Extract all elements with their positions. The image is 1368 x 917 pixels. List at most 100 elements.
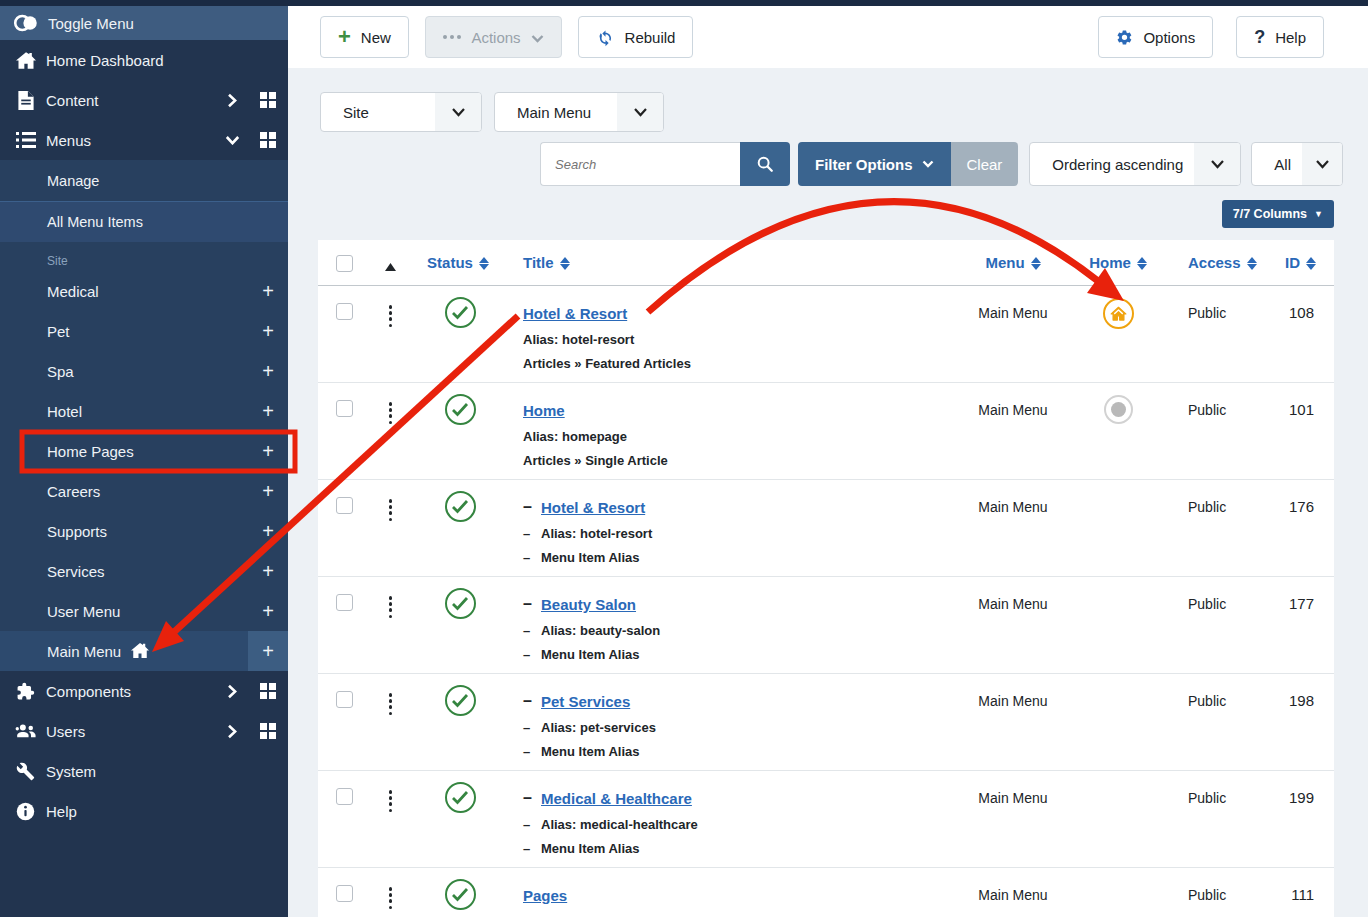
status-published-icon[interactable] bbox=[445, 394, 476, 425]
help-button[interactable]: ? Help bbox=[1236, 16, 1324, 58]
title-column-header[interactable]: Title bbox=[493, 240, 958, 285]
sidebar-item-home-pages[interactable]: Home Pages+ bbox=[0, 431, 288, 471]
sidebar-subitem-manage[interactable]: Manage bbox=[0, 160, 288, 201]
status-published-icon[interactable] bbox=[445, 297, 476, 328]
status-published-icon[interactable] bbox=[445, 685, 476, 716]
add-menu-item-button[interactable]: + bbox=[248, 591, 288, 631]
menu-item-title-link[interactable]: Pages bbox=[523, 886, 567, 905]
menu-item-title-link[interactable]: Beauty Salon bbox=[541, 595, 636, 614]
sidebar-item-services[interactable]: Services+ bbox=[0, 551, 288, 591]
sidebar-subitem-all-menu-items[interactable]: All Menu Items bbox=[0, 201, 288, 242]
grid-icon[interactable] bbox=[260, 132, 276, 148]
puzzle-icon bbox=[15, 681, 36, 702]
sidebar-item-main-menu[interactable]: Main Menu+ bbox=[0, 631, 288, 671]
limit-select[interactable]: All bbox=[1251, 142, 1343, 186]
search-input[interactable] bbox=[540, 142, 740, 186]
toggle-menu-button[interactable]: Toggle Menu bbox=[0, 6, 288, 40]
select-all-checkbox[interactable] bbox=[336, 255, 353, 272]
child-dash: – bbox=[523, 841, 541, 856]
row-checkbox[interactable] bbox=[336, 497, 353, 514]
grid-icon[interactable] bbox=[260, 92, 276, 108]
info-icon bbox=[15, 801, 36, 822]
row-checkbox[interactable] bbox=[336, 788, 353, 805]
sidebar-item-components[interactable]: Components bbox=[0, 671, 288, 711]
home-unset-icon[interactable] bbox=[1104, 395, 1133, 424]
status-published-icon[interactable] bbox=[445, 782, 476, 813]
sidebar-item-user-menu[interactable]: User Menu+ bbox=[0, 591, 288, 631]
home-set-icon[interactable] bbox=[1103, 298, 1134, 329]
add-menu-item-button[interactable]: + bbox=[248, 431, 288, 471]
drag-handle-icon[interactable] bbox=[389, 787, 393, 867]
actions-button[interactable]: Actions bbox=[425, 16, 562, 58]
chevron-right-icon[interactable] bbox=[224, 723, 240, 739]
add-menu-item-button[interactable]: + bbox=[248, 511, 288, 551]
drag-handle-icon[interactable] bbox=[389, 884, 393, 917]
row-checkbox[interactable] bbox=[336, 885, 353, 902]
menu-column-header[interactable]: Menu bbox=[958, 240, 1068, 285]
menu-item-title-link[interactable]: Hotel & Resort bbox=[523, 304, 627, 323]
sidebar-item-careers[interactable]: Careers+ bbox=[0, 471, 288, 511]
menu-items-table: Status Title Menu Home Access ID Hotel &… bbox=[318, 240, 1334, 917]
menu-item-title-link[interactable]: Pet Services bbox=[541, 692, 630, 711]
chevron-right-icon[interactable] bbox=[224, 683, 240, 699]
menu-cell: Main Menu bbox=[958, 577, 1068, 673]
chevron-right-icon[interactable] bbox=[224, 92, 240, 108]
site-select[interactable]: Site bbox=[320, 92, 482, 132]
menu-item-title-link[interactable]: Hotel & Resort bbox=[541, 498, 645, 517]
add-menu-item-button[interactable]: + bbox=[248, 471, 288, 511]
drag-handle-icon[interactable] bbox=[389, 690, 393, 770]
menu-item-title-link[interactable]: Home bbox=[523, 401, 565, 420]
sidebar-item-pet[interactable]: Pet+ bbox=[0, 311, 288, 351]
add-menu-item-button[interactable]: + bbox=[248, 271, 288, 311]
add-menu-item-button[interactable]: + bbox=[248, 351, 288, 391]
status-published-icon[interactable] bbox=[445, 491, 476, 522]
menu-select[interactable]: Main Menu bbox=[494, 92, 664, 132]
menu-item-title-link[interactable]: Medical & Healthcare bbox=[541, 789, 692, 808]
sidebar-item-home-dashboard[interactable]: Home Dashboard bbox=[0, 40, 288, 80]
sidebar-item-supports[interactable]: Supports+ bbox=[0, 511, 288, 551]
table-row: HomeAlias: homepageArticles » Single Art… bbox=[318, 383, 1334, 480]
new-button[interactable]: + New bbox=[320, 16, 409, 58]
row-checkbox[interactable] bbox=[336, 400, 353, 417]
status-published-icon[interactable] bbox=[445, 588, 476, 619]
id-column-header[interactable]: ID bbox=[1258, 240, 1334, 285]
row-checkbox[interactable] bbox=[336, 594, 353, 611]
row-checkbox[interactable] bbox=[336, 691, 353, 708]
chevron-down-icon[interactable] bbox=[224, 132, 240, 148]
drag-handle-icon[interactable] bbox=[389, 496, 393, 576]
sidebar-item-users[interactable]: Users bbox=[0, 711, 288, 751]
ordering-select[interactable]: Ordering ascending bbox=[1029, 142, 1241, 186]
add-menu-item-button[interactable]: + bbox=[248, 631, 288, 671]
add-menu-item-button[interactable]: + bbox=[248, 391, 288, 431]
sidebar-item-system[interactable]: System bbox=[0, 751, 288, 791]
add-menu-item-button[interactable]: + bbox=[248, 551, 288, 591]
drag-handle-icon[interactable] bbox=[389, 593, 393, 673]
rebuild-button[interactable]: Rebuild bbox=[578, 16, 694, 58]
access-column-header[interactable]: Access bbox=[1168, 240, 1258, 285]
home-column-header[interactable]: Home bbox=[1068, 240, 1168, 285]
options-button[interactable]: Options bbox=[1098, 16, 1213, 58]
grid-icon[interactable] bbox=[260, 723, 276, 739]
add-menu-item-button[interactable]: + bbox=[248, 311, 288, 351]
status-published-icon[interactable] bbox=[445, 879, 476, 910]
status-column-header[interactable]: Status bbox=[413, 240, 493, 285]
question-icon: ? bbox=[1254, 27, 1265, 48]
sidebar-item-help[interactable]: Help bbox=[0, 791, 288, 831]
clear-button[interactable]: Clear bbox=[951, 142, 1019, 186]
columns-button[interactable]: 7/7 Columns ▼ bbox=[1222, 200, 1334, 228]
sidebar-item-label: Services bbox=[47, 563, 248, 580]
drag-handle-icon[interactable] bbox=[389, 302, 393, 382]
search-button[interactable] bbox=[740, 142, 790, 186]
ordering-sort-header[interactable] bbox=[368, 240, 413, 285]
grid-icon[interactable] bbox=[260, 683, 276, 699]
drag-handle-icon[interactable] bbox=[389, 399, 393, 479]
sidebar-item-label: Careers bbox=[47, 483, 248, 500]
sidebar-item-hotel[interactable]: Hotel+ bbox=[0, 391, 288, 431]
sidebar-item-menus[interactable]: Menus bbox=[0, 120, 288, 160]
sidebar-item-spa[interactable]: Spa+ bbox=[0, 351, 288, 391]
row-checkbox[interactable] bbox=[336, 303, 353, 320]
filter-options-button[interactable]: Filter Options bbox=[798, 142, 951, 186]
wrench-icon bbox=[15, 761, 36, 782]
sidebar-item-content[interactable]: Content bbox=[0, 80, 288, 120]
sidebar-item-medical[interactable]: Medical+ bbox=[0, 271, 288, 311]
